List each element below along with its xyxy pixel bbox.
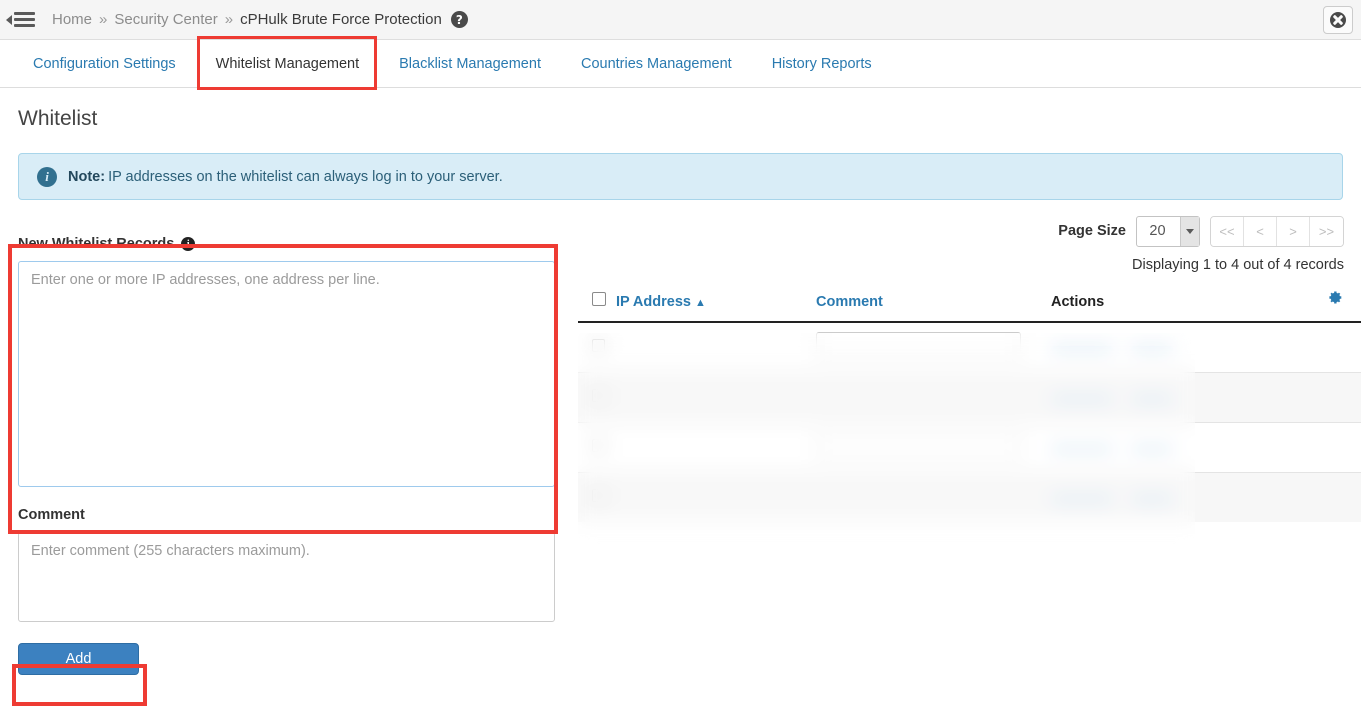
last-page-button[interactable]: >> bbox=[1310, 216, 1343, 246]
row-actions-cell bbox=[1051, 471, 1291, 522]
breadcrumb: Home » Security Center » cPHulk Brute Fo… bbox=[52, 11, 468, 28]
whitelist-table: IP Address ▲ Comment Actions bbox=[578, 289, 1361, 522]
row-comment-cell bbox=[816, 322, 1051, 372]
comment-header-label[interactable]: Comment bbox=[816, 294, 883, 310]
row-comment-cell bbox=[816, 371, 1051, 422]
table-body bbox=[578, 322, 1361, 522]
table-row[interactable] bbox=[578, 371, 1361, 422]
actions-header-label: Actions bbox=[1051, 294, 1105, 310]
table-header-row: IP Address ▲ Comment Actions bbox=[578, 289, 1361, 323]
ip-address-header[interactable]: IP Address ▲ bbox=[616, 289, 816, 323]
page-size-select[interactable]: 20 bbox=[1136, 215, 1200, 247]
gear-icon[interactable] bbox=[1326, 289, 1343, 306]
table-settings-header bbox=[1291, 289, 1361, 323]
new-whitelist-records-label-text: New Whitelist Records bbox=[18, 236, 175, 252]
first-page-button[interactable]: << bbox=[1211, 216, 1244, 246]
breadcrumb-home[interactable]: Home bbox=[52, 11, 92, 28]
row-spacer-cell bbox=[1291, 421, 1361, 472]
comment-label-text: Comment bbox=[18, 507, 85, 523]
comment-header[interactable]: Comment bbox=[816, 289, 1051, 323]
row-comment-input[interactable] bbox=[816, 332, 1021, 360]
tab-countries-management[interactable]: Countries Management bbox=[561, 40, 752, 88]
row-actions-cell bbox=[1051, 371, 1291, 422]
new-whitelist-records-label: New Whitelist Records i bbox=[18, 236, 555, 252]
add-button[interactable]: Add bbox=[18, 643, 139, 675]
whitelist-table-panel: Page Size 20 << < > >> Displaying 1 to 4… bbox=[578, 214, 1361, 522]
row-select-cell bbox=[578, 471, 616, 522]
remove-link[interactable] bbox=[1051, 446, 1113, 452]
pagination-buttons: << < > >> bbox=[1210, 215, 1344, 247]
remove-link[interactable] bbox=[1051, 496, 1113, 503]
tab-whitelist-management[interactable]: Whitelist Management bbox=[196, 40, 379, 88]
actions-header: Actions bbox=[1051, 289, 1291, 323]
ip-addresses-input[interactable] bbox=[18, 261, 555, 487]
row-select-cell bbox=[578, 371, 616, 422]
row-select-cell bbox=[578, 421, 616, 472]
info-icon: i bbox=[37, 166, 57, 187]
row-ip-cell bbox=[616, 322, 816, 372]
breadcrumb-separator: » bbox=[224, 11, 234, 28]
top-bar: Home » Security Center » cPHulk Brute Fo… bbox=[0, 0, 1361, 40]
row-ip-cell bbox=[616, 371, 816, 422]
table-row[interactable] bbox=[578, 322, 1361, 372]
note-label: Note: bbox=[68, 168, 106, 185]
row-spacer-cell bbox=[1291, 371, 1361, 422]
tab-bar: Configuration Settings Whitelist Managem… bbox=[0, 36, 1361, 90]
row-checkbox[interactable] bbox=[592, 339, 605, 353]
row-comment-cell bbox=[816, 421, 1051, 472]
row-comment-cell bbox=[816, 471, 1051, 522]
row-checkbox[interactable] bbox=[592, 439, 605, 452]
breadcrumb-separator: » bbox=[99, 11, 108, 28]
next-page-button[interactable]: > bbox=[1277, 216, 1310, 246]
previous-page-button[interactable]: < bbox=[1244, 216, 1277, 246]
remove-link[interactable] bbox=[1051, 396, 1113, 402]
edit-link[interactable] bbox=[1130, 446, 1173, 452]
select-all-checkbox[interactable] bbox=[592, 292, 606, 306]
row-comment-input[interactable] bbox=[816, 432, 1021, 459]
remove-link[interactable] bbox=[1051, 346, 1113, 353]
chevron-down-icon bbox=[1180, 216, 1199, 246]
row-ip-cell bbox=[616, 471, 816, 522]
ip-address-header-label[interactable]: IP Address bbox=[616, 294, 691, 310]
edit-link[interactable] bbox=[1130, 496, 1173, 503]
row-ip-cell bbox=[616, 421, 816, 472]
hamburger-menu-icon[interactable] bbox=[6, 7, 36, 33]
row-spacer-cell bbox=[1291, 322, 1361, 372]
sort-ascending-icon: ▲ bbox=[694, 297, 706, 309]
page-size-label: Page Size bbox=[1058, 223, 1126, 239]
row-spacer-cell bbox=[1291, 471, 1361, 522]
row-checkbox[interactable] bbox=[592, 389, 605, 402]
note-banner: i Note: IP addresses on the whitelist ca… bbox=[18, 153, 1343, 200]
main-content: New Whitelist Records i Comment Add Page… bbox=[0, 214, 1361, 684]
row-select-cell bbox=[578, 322, 616, 372]
collapse-arrow-icon bbox=[6, 14, 12, 25]
row-actions-cell bbox=[1051, 421, 1291, 472]
comment-input[interactable] bbox=[18, 532, 555, 622]
select-all-header bbox=[578, 289, 616, 323]
table-header: IP Address ▲ Comment Actions bbox=[578, 289, 1361, 323]
row-checkbox[interactable] bbox=[592, 489, 605, 503]
tab-configuration-settings[interactable]: Configuration Settings bbox=[33, 40, 196, 88]
close-button[interactable] bbox=[1323, 6, 1353, 34]
records-count-text: Displaying 1 to 4 out of 4 records bbox=[1132, 257, 1344, 273]
page-size-value: 20 bbox=[1149, 223, 1166, 239]
tab-history-reports[interactable]: History Reports bbox=[752, 40, 892, 88]
close-icon bbox=[1330, 12, 1346, 28]
tab-blacklist-management[interactable]: Blacklist Management bbox=[379, 40, 561, 88]
edit-link[interactable] bbox=[1130, 396, 1173, 402]
edit-link[interactable] bbox=[1130, 346, 1173, 353]
note-text: IP addresses on the whitelist can always… bbox=[108, 168, 503, 185]
breadcrumb-security-center[interactable]: Security Center bbox=[114, 11, 217, 28]
whitelist-add-form: New Whitelist Records i Comment Add bbox=[18, 236, 555, 675]
info-icon[interactable]: i bbox=[181, 237, 196, 251]
help-icon[interactable]: ? bbox=[450, 11, 468, 28]
comment-label: Comment bbox=[18, 507, 555, 523]
pagination-controls: Page Size 20 << < > >> bbox=[578, 214, 1361, 248]
page-title: Whitelist bbox=[18, 107, 98, 130]
row-actions-cell bbox=[1051, 322, 1291, 372]
table-row[interactable] bbox=[578, 471, 1361, 522]
table-row[interactable] bbox=[578, 421, 1361, 472]
breadcrumb-current-page: cPHulk Brute Force Protection bbox=[240, 11, 442, 28]
